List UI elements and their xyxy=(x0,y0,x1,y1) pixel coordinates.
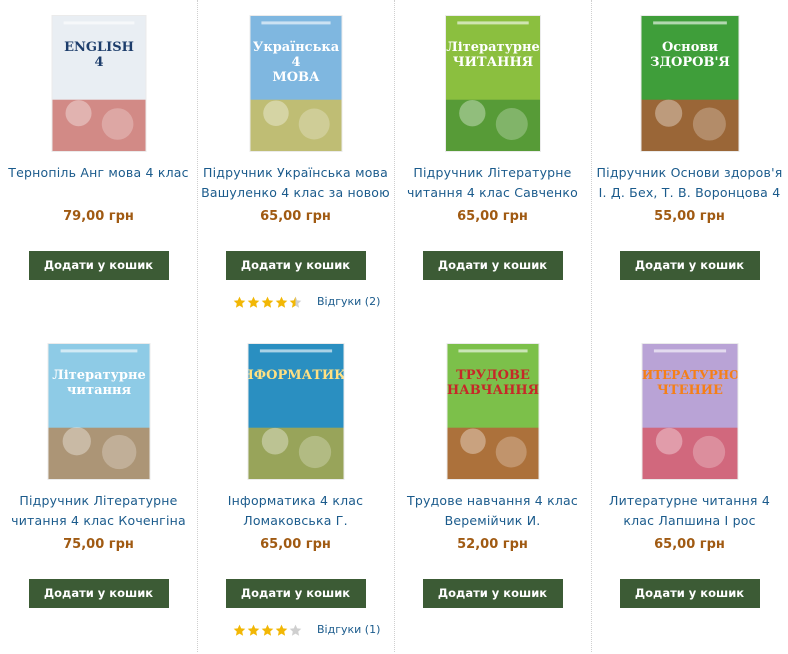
product-title-link[interactable]: Інформатика 4 клас Ломаковська Г. xyxy=(201,491,390,531)
product-title-link[interactable]: Тернопіль Анг мова 4 клас xyxy=(4,163,193,203)
product-price: 65,00 грн xyxy=(654,537,725,552)
product-card: ENGLISH 4 Тернопіль Анг мова 4 клас 79,00… xyxy=(0,0,197,326)
star-icon xyxy=(261,624,274,636)
product-title-link[interactable]: Підручник Літературне читання 4 клас Сав… xyxy=(398,163,587,203)
product-cover-image[interactable]: ТРУДОВЕ НАВЧАННЯ xyxy=(447,344,538,479)
star-icon xyxy=(289,624,302,636)
product-card: ІНФОРМАТИКА Інформатика 4 клас Ломаковсь… xyxy=(197,328,394,654)
product-card: Українська 4 МОВА Підручник Українська мов… xyxy=(197,0,394,326)
book-cover-literary-reading-icon: ЛИТЕРАТУРНОЕЧТЕНИЕ xyxy=(642,344,737,479)
svg-text:Основи: Основи xyxy=(661,40,717,55)
product-price: 65,00 грн xyxy=(260,209,331,224)
book-cover-informatics-icon: ІНФОРМАТИКА xyxy=(248,344,343,479)
product-price: 52,00 грн xyxy=(457,537,528,552)
product-cover-image[interactable]: Літературне ЧИТАННЯ xyxy=(445,16,540,151)
product-price: 79,00 грн xyxy=(63,209,134,224)
svg-text:МОВА: МОВА xyxy=(272,70,320,85)
book-cover-ukrainian-icon: Українська4МОВА xyxy=(250,16,341,151)
svg-text:4: 4 xyxy=(291,55,300,70)
book-cover-reading-ship-icon: Літературнечитання xyxy=(48,344,149,479)
product-card: Літературне ЧИТАННЯ Підручник Літературне… xyxy=(394,0,591,326)
product-rating: Відгуки (2) xyxy=(233,294,380,310)
svg-text:ІНФОРМАТИКА: ІНФОРМАТИКА xyxy=(248,368,343,383)
svg-text:НАВЧАННЯ: НАВЧАННЯ xyxy=(447,383,538,398)
book-cover-reading-icon: ЛітературнеЧИТАННЯ xyxy=(445,16,540,151)
add-to-cart-button[interactable]: Додати у кошик xyxy=(225,579,366,608)
star-icon xyxy=(247,624,260,636)
product-title-link[interactable]: Трудове навчання 4 клас Веремійчик И. xyxy=(398,491,587,531)
add-to-cart-button[interactable]: Додати у кошик xyxy=(422,579,563,608)
product-rating: Відгуки (1) xyxy=(233,622,380,638)
add-to-cart-button[interactable]: Додати у кошик xyxy=(422,251,563,280)
product-price: 65,00 грн xyxy=(260,537,331,552)
product-card: Літературне читання Підручник Літературне… xyxy=(0,328,197,654)
product-cover-image[interactable]: ІНФОРМАТИКА xyxy=(248,344,343,479)
product-cover-image[interactable]: Українська 4 МОВА xyxy=(250,16,341,151)
book-cover-labor-icon: ТРУДОВЕНАВЧАННЯ xyxy=(447,344,538,479)
star-rating xyxy=(233,624,303,637)
star-icon xyxy=(261,296,274,308)
svg-text:читання: читання xyxy=(66,383,131,398)
product-price: 75,00 грн xyxy=(63,537,134,552)
product-cover-image[interactable]: ЛИТЕРАТУРНОЕЧТЕНИЕ xyxy=(642,344,737,479)
product-title-link[interactable]: Підручник Українська мова Вашуленко 4 кл… xyxy=(201,163,390,203)
reviews-link[interactable]: Відгуки (2) xyxy=(317,294,380,310)
product-title-link[interactable]: Підручник Основи здоров'я І. Д. Бех, Т. … xyxy=(595,163,784,203)
star-icon xyxy=(233,624,246,636)
product-cover-image[interactable]: Літературне читання xyxy=(48,344,149,479)
book-cover-english-icon: ENGLISH4 xyxy=(52,16,145,151)
star-rating xyxy=(233,296,303,309)
product-price: 65,00 грн xyxy=(457,209,528,224)
product-title-link[interactable]: Підручник Літературне читання 4 клас Коч… xyxy=(4,491,193,531)
svg-text:ЧТЕНИЕ: ЧТЕНИЕ xyxy=(657,383,723,398)
svg-text:ЧИТАННЯ: ЧИТАННЯ xyxy=(452,55,532,70)
product-title-link[interactable]: Литературне читання 4 клас Лапшина І рос xyxy=(595,491,784,531)
svg-text:4: 4 xyxy=(94,55,103,70)
product-card: ЛИТЕРАТУРНОЕЧТЕНИЕ Литературне читання 4… xyxy=(591,328,788,654)
svg-text:ENGLISH: ENGLISH xyxy=(64,40,134,55)
reviews-link[interactable]: Відгуки (1) xyxy=(317,622,380,638)
add-to-cart-button[interactable]: Додати у кошик xyxy=(619,251,760,280)
add-to-cart-button[interactable]: Додати у кошик xyxy=(225,251,366,280)
book-cover-health-icon: ОсновиЗДОРОВ'Я xyxy=(641,16,738,151)
svg-text:Літературне: Літературне xyxy=(446,40,540,55)
product-cover-image[interactable]: Основи ЗДОРОВ'Я xyxy=(641,16,738,151)
add-to-cart-button[interactable]: Додати у кошик xyxy=(28,251,169,280)
svg-text:ЛИТЕРАТУРНОЕ: ЛИТЕРАТУРНОЕ xyxy=(642,368,737,382)
add-to-cart-button[interactable]: Додати у кошик xyxy=(619,579,760,608)
product-cover-image[interactable]: ENGLISH 4 xyxy=(52,16,145,151)
product-card: Основи ЗДОРОВ'Я Підручник Основи здоров'я… xyxy=(591,0,788,326)
svg-text:Літературне: Літературне xyxy=(52,368,146,383)
star-icon xyxy=(247,296,260,308)
product-card: ТРУДОВЕ НАВЧАННЯ Трудове навчання 4 клас … xyxy=(394,328,591,654)
add-to-cart-button[interactable]: Додати у кошик xyxy=(28,579,169,608)
svg-text:ТРУДОВЕ: ТРУДОВЕ xyxy=(456,368,530,383)
svg-text:Українська: Українська xyxy=(252,40,339,55)
star-icon xyxy=(275,296,288,308)
svg-text:ЗДОРОВ'Я: ЗДОРОВ'Я xyxy=(650,55,730,70)
product-price: 55,00 грн xyxy=(654,209,725,224)
star-icon xyxy=(289,296,302,308)
star-icon xyxy=(275,624,288,636)
product-grid: ENGLISH 4 Тернопіль Анг мова 4 клас 79,00… xyxy=(0,0,788,652)
star-icon xyxy=(233,296,246,308)
